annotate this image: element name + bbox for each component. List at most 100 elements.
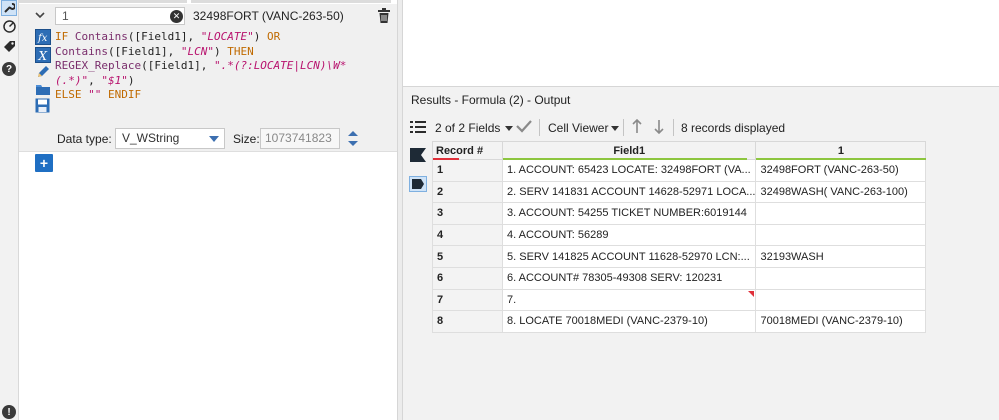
output-cell[interactable]: 70018MEDI (VANC-2379-10) <box>755 310 927 333</box>
data-type-row: Data type: V_WString Size: 1073741823 <box>57 127 397 151</box>
cell-text: 6. ACCOUNT# 78305-49308 SERV: 120231 <box>507 272 723 285</box>
field1-cell[interactable]: 6. ACCOUNT# 78305-49308 SERV: 120231 <box>501 266 757 290</box>
formula-preview-value: 32498FORT (VANC-263-50) <box>193 9 344 23</box>
field1-cell[interactable]: 5. SERV 141825 ACCOUNT 11628-52970 LCN:.… <box>501 245 757 268</box>
expression-token: ) <box>127 73 135 87</box>
table-row[interactable]: 1 1. ACCOUNT: 65423 LOCATE: 32498FORT (VA… <box>432 159 927 182</box>
expression-token: ([Field1], <box>107 44 181 58</box>
arrow-up-icon[interactable] <box>632 118 642 137</box>
config-tool-strip: ? ! <box>0 0 19 420</box>
help-icon[interactable]: ? <box>1 61 17 77</box>
clear-icon[interactable]: ✕ <box>170 10 183 23</box>
results-grid: Record # Field1 1 1 1. ACCOUNT: 65423 LOC… <box>432 141 927 333</box>
table-row[interactable]: 5 5. SERV 141825 ACCOUNT 11628-52970 LCN:… <box>432 245 927 268</box>
cell-text: 2. SERV 141831 ACCOUNT 14628-52971 LOCA.… <box>507 185 756 198</box>
expression-token: "" <box>88 88 108 101</box>
field1-cell[interactable]: 2. SERV 141831 ACCOUNT 14628-52971 LOCA.… <box>501 180 757 204</box>
expression-token: (.*)" <box>55 73 89 87</box>
cell-text: 1. ACCOUNT: 65423 LOCATE: 32498FORT (VA.… <box>507 164 751 177</box>
output-cell[interactable] <box>755 266 927 290</box>
cell-viewer-selector[interactable]: Cell Viewer <box>548 121 608 135</box>
fields-selector[interactable]: 2 of 2 Fields <box>435 121 500 135</box>
record-number-cell[interactable]: 1 <box>432 159 503 182</box>
function-icon[interactable]: fx <box>34 28 51 45</box>
results-side-toolbar <box>403 115 429 420</box>
table-row[interactable]: 4 4. ACCOUNT: 56289 <box>432 223 927 247</box>
formula-configuration-panel: 1 ✕ 32498FORT (VANC-263-50) fx X IF Cont… <box>19 0 397 420</box>
cell-text: 5. SERV 141825 ACCOUNT 11628-52970 LCN:.… <box>507 250 750 263</box>
svg-text:X: X <box>37 49 47 63</box>
formula-expression-block: 1 ✕ 32498FORT (VANC-263-50) fx X IF Cont… <box>19 4 397 152</box>
table-row[interactable]: 3 3. ACCOUNT: 54255 TICKET NUMBER:6019144 <box>432 202 927 225</box>
column-header-field1[interactable]: Field1 <box>501 141 757 160</box>
data-type-value: V_WString <box>122 131 180 145</box>
output-cell[interactable] <box>755 288 927 312</box>
variable-icon[interactable]: X <box>34 46 51 63</box>
column-header-record[interactable]: Record # <box>432 141 503 160</box>
expression-line: ELSE "" ENDIF <box>55 88 391 103</box>
output-cell[interactable] <box>755 202 927 225</box>
field1-cell[interactable]: 1. ACCOUNT: 65423 LOCATE: 32498FORT (VA.… <box>501 159 757 182</box>
record-number-cell[interactable]: 3 <box>432 202 503 225</box>
svg-text:fx: fx <box>37 33 48 44</box>
formula-row-header: 1 ✕ 32498FORT (VANC-263-50) <box>31 6 397 26</box>
metadata-flag-icon[interactable] <box>409 147 427 163</box>
record-number-cell[interactable]: 4 <box>432 223 503 247</box>
column-type-bar <box>433 158 459 160</box>
record-number-cell[interactable]: 5 <box>432 245 503 268</box>
size-input[interactable]: 1073741823 <box>260 128 340 149</box>
results-toolbar: 2 of 2 Fields Cell Viewer 8 records disp… <box>403 115 999 139</box>
expression-line: Contains([Field1], "LCN") THEN <box>55 45 391 60</box>
tag-icon[interactable] <box>1 38 17 54</box>
table-row[interactable]: 6 6. ACCOUNT# 78305-49308 SERV: 120231 <box>432 266 927 290</box>
data-type-select[interactable]: V_WString <box>115 128 225 149</box>
table-row[interactable]: 7 7. <box>432 288 927 312</box>
output-cell[interactable]: 32193WASH <box>755 245 927 268</box>
expression-token: THEN <box>227 44 254 58</box>
record-number-cell[interactable]: 6 <box>432 266 503 290</box>
table-row[interactable]: 2 2. SERV 141831 ACCOUNT 14628-52971 LOCA… <box>432 180 927 204</box>
wrench-icon[interactable] <box>1 0 17 16</box>
output-cell[interactable]: 32498FORT (VANC-263-50) <box>755 159 927 182</box>
expression-line: (.*)", "$1") <box>55 74 391 89</box>
output-cell[interactable]: 32498WASH( VANC-263-100) <box>755 180 927 204</box>
toolbar-divider <box>623 119 624 136</box>
field1-cell[interactable]: 7. <box>501 288 757 312</box>
expression-token: , <box>88 73 102 87</box>
formula-expression-editor[interactable]: IF Contains([Field1], "LOCATE") OR Contai… <box>55 30 391 103</box>
expression-token: ".*(?:LOCATE|LCN)\W* <box>213 59 347 72</box>
arrow-down-icon[interactable] <box>654 119 664 137</box>
field1-cell[interactable]: 3. ACCOUNT: 54255 TICKET NUMBER:6019144 <box>501 202 757 225</box>
output-field-input[interactable]: 1 <box>55 7 185 25</box>
expression-token: ELSE <box>55 88 89 101</box>
size-spinner-icon[interactable] <box>342 128 364 149</box>
checkmark-icon[interactable] <box>516 119 532 136</box>
cell-text: 7. <box>507 293 517 306</box>
chevron-down-icon[interactable] <box>33 8 47 22</box>
trash-icon[interactable] <box>377 8 393 24</box>
data-view-icon[interactable] <box>409 176 427 192</box>
grid-body: 1 1. ACCOUNT: 65423 LOCATE: 32498FORT (VA… <box>432 159 927 333</box>
expression-line: REGEX_Replace([Field1], ".*(?:LOCATE|LCN… <box>55 59 391 74</box>
viewer-dropdown-icon[interactable] <box>611 126 619 131</box>
record-number-cell[interactable]: 2 <box>432 180 503 204</box>
record-number-cell[interactable]: 8 <box>432 310 503 333</box>
expression-token: ) <box>253 30 267 43</box>
output-cell[interactable] <box>755 223 927 247</box>
app-window: ? ! 1 ✕ 32498FORT (VANC-263-50) fx X IF … <box>0 0 999 420</box>
radar-icon[interactable] <box>1 18 17 34</box>
field1-cell[interactable]: 8. LOCATE 70018MEDI (VANC-2379-10) <box>501 310 757 333</box>
add-expression-button[interactable]: + <box>35 154 53 172</box>
pencil-icon[interactable] <box>34 63 51 80</box>
folder-icon[interactable] <box>34 80 51 97</box>
info-icon[interactable]: ! <box>1 404 17 420</box>
results-pane: Results - Formula (2) - Output 2 of 2 Fi… <box>403 86 999 420</box>
field1-cell[interactable]: 4. ACCOUNT: 56289 <box>501 223 757 247</box>
table-row[interactable]: 8 8. LOCATE 70018MEDI (VANC-2379-10) 70018… <box>432 310 927 333</box>
save-icon[interactable] <box>34 97 51 114</box>
fields-dropdown-icon[interactable] <box>505 126 513 131</box>
cell-text: 4. ACCOUNT: 56289 <box>507 229 609 242</box>
size-label: Size: <box>233 132 260 146</box>
column-header-output[interactable]: 1 <box>755 141 927 160</box>
record-number-cell[interactable]: 7 <box>432 288 503 312</box>
